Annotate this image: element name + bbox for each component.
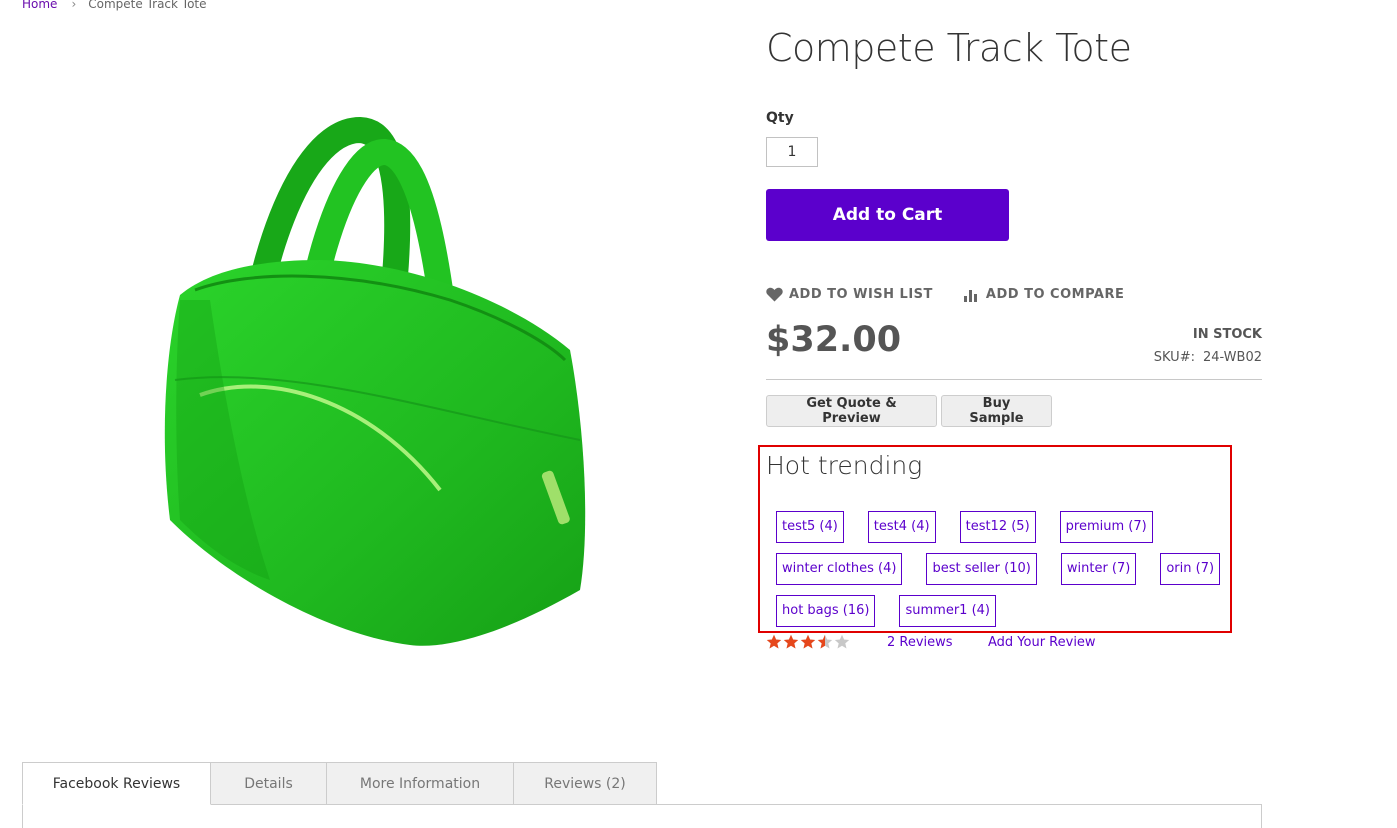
tag-link[interactable]: test5 (4) bbox=[776, 511, 844, 543]
product-price: $32.00 bbox=[766, 320, 902, 360]
tab-reviews[interactable]: Reviews (2) bbox=[513, 762, 657, 805]
add-to-wishlist-label: ADD TO WISH LIST bbox=[789, 287, 933, 302]
breadcrumb-home-link[interactable]: Home bbox=[22, 0, 57, 11]
tag-link[interactable]: orin (7) bbox=[1160, 553, 1221, 585]
product-image[interactable] bbox=[150, 110, 600, 660]
rating-summary bbox=[766, 634, 850, 650]
qty-label: Qty bbox=[766, 110, 794, 126]
star-icon bbox=[800, 634, 816, 649]
sku-value: 24-WB02 bbox=[1202, 350, 1262, 365]
page-title: Compete Track Tote bbox=[766, 26, 1132, 70]
product-page: Home › Compete Track Tote Compete Track … bbox=[0, 0, 1397, 828]
add-to-cart-button[interactable]: Add to Cart bbox=[766, 189, 1009, 241]
stock-status: IN STOCK bbox=[1192, 327, 1262, 342]
tab-more-information[interactable]: More Information bbox=[326, 762, 514, 805]
product-actions: ADD TO WISH LIST ADD TO COMPARE bbox=[766, 287, 1124, 302]
star-icon bbox=[817, 634, 833, 649]
tag-link[interactable]: winter (7) bbox=[1060, 553, 1137, 585]
product-tabs: Facebook Reviews Details More Informatio… bbox=[22, 762, 657, 805]
product-sku: SKU#: 24-WB02 bbox=[1100, 350, 1262, 365]
add-to-compare-label: ADD TO COMPARE bbox=[985, 287, 1125, 302]
heart-icon bbox=[766, 287, 783, 302]
tag-link[interactable]: test12 (5) bbox=[959, 511, 1036, 543]
tag-link[interactable]: premium (7) bbox=[1059, 511, 1153, 543]
tab-facebook-reviews[interactable]: Facebook Reviews bbox=[22, 762, 211, 805]
rating-stars bbox=[766, 634, 850, 650]
hot-trending-title: Hot trending bbox=[766, 451, 923, 480]
add-to-wishlist-link[interactable]: ADD TO WISH LIST bbox=[766, 287, 933, 302]
tag-link[interactable]: summer1 (4) bbox=[899, 595, 996, 627]
sku-label: SKU#: bbox=[1153, 350, 1195, 365]
tag-link[interactable]: winter clothes (4) bbox=[776, 553, 903, 585]
buy-sample-button[interactable]: Buy Sample bbox=[941, 395, 1052, 427]
reviews-count-link[interactable]: 2 Reviews bbox=[887, 635, 953, 650]
star-icon bbox=[783, 634, 799, 649]
tab-details[interactable]: Details bbox=[210, 762, 327, 805]
tag-link[interactable]: test4 (4) bbox=[867, 511, 936, 543]
bar-chart-icon bbox=[963, 289, 977, 302]
hot-trending-box: Hot trending test5 (4) test4 (4) test12 … bbox=[758, 445, 1232, 633]
trending-tags: test5 (4) test4 (4) test12 (5) premium (… bbox=[776, 511, 1226, 627]
divider bbox=[766, 379, 1262, 380]
star-icon bbox=[766, 634, 782, 649]
star-icon bbox=[834, 634, 850, 649]
chevron-right-icon: › bbox=[71, 0, 77, 11]
tab-panel bbox=[22, 804, 1262, 828]
qty-input[interactable] bbox=[766, 137, 818, 167]
get-quote-button[interactable]: Get Quote & Preview bbox=[766, 395, 937, 427]
add-review-link[interactable]: Add Your Review bbox=[988, 635, 1096, 650]
tag-link[interactable]: hot bags (16) bbox=[776, 595, 876, 627]
tag-link[interactable]: best seller (10) bbox=[926, 553, 1037, 585]
breadcrumb-current: Compete Track Tote bbox=[88, 0, 207, 11]
breadcrumb: Home › Compete Track Tote bbox=[22, 0, 207, 11]
add-to-compare-link[interactable]: ADD TO COMPARE bbox=[963, 287, 1124, 302]
green-tote-bag-icon bbox=[164, 116, 586, 646]
